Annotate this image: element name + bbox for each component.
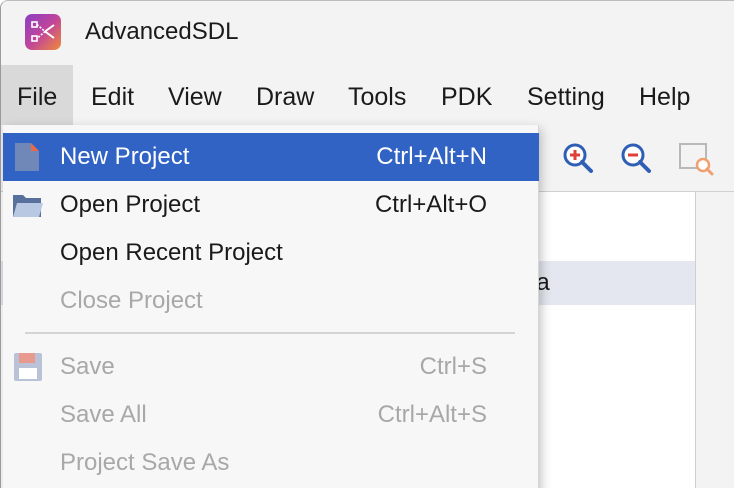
menu-tools[interactable]: Tools (332, 65, 422, 125)
file-menu-dropdown: New Project Ctrl+Alt+N Open Project Ctrl… (3, 125, 539, 488)
menu-item-save-all: Save All Ctrl+Alt+S (3, 391, 539, 439)
menu-item-label: Open Recent Project (60, 239, 283, 266)
menu-edit[interactable]: Edit (75, 65, 150, 125)
menu-item-label: Close Project (60, 287, 203, 314)
menu-item-project-save-as: Project Save As (3, 439, 539, 487)
app-logo-icon (25, 14, 61, 50)
window-title: AdvancedSDL (85, 18, 239, 45)
menu-separator (25, 332, 515, 334)
menu-item-label: Project Save As (60, 449, 230, 476)
menu-item-open-recent-project[interactable]: Open Recent Project (3, 229, 539, 277)
save-icon (11, 351, 45, 383)
menu-help[interactable]: Help (623, 65, 706, 125)
menu-view[interactable]: View (152, 65, 238, 125)
menu-item-new-project[interactable]: New Project Ctrl+Alt+N (3, 133, 539, 181)
menu-item-close-project: Close Project (3, 277, 539, 325)
menu-pdk[interactable]: PDK (425, 65, 508, 125)
menu-draw[interactable]: Draw (240, 65, 330, 125)
menu-item-shortcut: Ctrl+S (419, 353, 487, 380)
new-project-icon (11, 141, 45, 173)
menu-item-shortcut: Ctrl+Alt+S (377, 401, 487, 428)
menu-item-shortcut: Ctrl+Alt+N (376, 143, 487, 170)
title-bar: AdvancedSDL (1, 1, 734, 65)
menu-item-open-project[interactable]: Open Project Ctrl+Alt+O (3, 181, 539, 229)
zoom-fit-icon[interactable] (677, 139, 715, 177)
zoom-in-icon[interactable] (559, 139, 597, 177)
menu-item-label: Save (60, 353, 115, 380)
menu-item-label: New Project (60, 143, 190, 170)
zoom-out-icon[interactable] (617, 139, 655, 177)
menu-bar: File Edit View Draw Tools PDK Setting He… (1, 65, 734, 125)
folder-icon (11, 189, 45, 221)
menu-item-shortcut: Ctrl+Alt+O (374, 191, 487, 218)
menu-item-label: Save All (60, 401, 147, 428)
menu-setting[interactable]: Setting (511, 65, 621, 125)
menu-item-label: Open Project (60, 191, 201, 218)
app-window: AdvancedSDL File Edit View Draw Tools PD… (0, 0, 734, 488)
right-pane (696, 192, 734, 488)
menu-item-save: Save Ctrl+S (3, 343, 539, 391)
menu-file[interactable]: File (1, 65, 74, 125)
